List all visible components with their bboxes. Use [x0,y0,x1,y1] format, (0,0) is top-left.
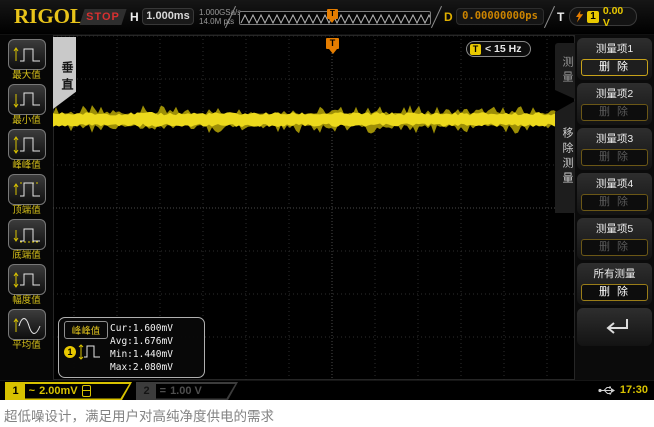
vmin-icon [12,89,42,111]
menu-item-vpp[interactable]: 峰峰值 [3,129,51,172]
menu-item-vbase[interactable]: 底端值 [3,219,51,262]
caption-text: 超低噪设计，满足用户对高纯净度供电的需求 [0,400,654,427]
right-remove-menu: 测量项1 删 除 测量项2 删 除 测量项3 删 除 测量项4 删 除 测量项5… [575,35,654,380]
menu-item-vtop[interactable]: 顶端值 [3,174,51,217]
popup-min: Min:1.440mV [110,348,201,361]
bandwidth-icon [82,385,91,397]
menu-item-measure1[interactable]: 测量项1 删 除 [577,38,652,80]
menu-item-vavg[interactable]: 平均值 [3,309,51,352]
status-bar: RIGOL STOP H 1.000ms 1.000GSa/s 14.0M pt… [0,0,654,35]
usb-icon [598,385,615,396]
menu-item-vmin[interactable]: 最小值 [3,84,51,127]
vtop-icon [12,179,42,201]
popup-channel-badge: 1 [64,346,76,358]
time-block: 17:30 [598,384,648,396]
channel2-status[interactable]: 2 = 1.00 V [136,382,238,400]
channel-status-bar: 1 ~ 2.00mV 2 = 1.00 V 17:30 [0,380,654,400]
memory-waveform-bar[interactable]: T [239,11,431,25]
oscilloscope-screen: RIGOL STOP H 1.000ms 1.000GSa/s 14.0M pt… [0,0,654,400]
vmax-icon [12,44,42,66]
menu-item-measure4[interactable]: 测量项4 删 除 [577,173,652,215]
delete-button-5[interactable]: 删 除 [581,239,648,256]
lightning-icon [576,10,583,23]
channel1-scale: 2.00mV [39,385,78,397]
divider [544,6,555,28]
trigger-channel-badge: 1 [587,11,599,23]
channel2-badge: 2 [138,384,156,399]
vamp-icon [12,269,42,291]
popup-cur: Cur:1.600mV [110,322,201,335]
clock-time: 17:30 [620,384,648,396]
delay-label: D [444,10,453,24]
divider [431,6,442,28]
right-tab-strip: 测量 移除测量 [555,35,575,380]
trigger-frequency-value: < 15 Hz [485,43,521,55]
tab-measure[interactable]: 测量 [555,43,575,99]
vpp-small-icon [78,343,102,361]
vbase-icon [12,224,42,246]
horizontal-label: H [130,10,139,24]
channel1-coupling: ~ [29,385,35,397]
run-state-label: STOP [82,9,124,25]
trigger-frequency-badge: T < 15 Hz [466,41,531,57]
tab-remove-measure[interactable]: 移除测量 [555,101,575,213]
trigger-status-badge[interactable]: 1 0.00 V [569,7,637,26]
channel1-status[interactable]: 1 ~ 2.00mV [5,382,132,400]
menu-item-measure5[interactable]: 测量项5 删 除 [577,218,652,260]
sample-rate: 1.000GSa/s [199,8,241,17]
channel1-badge: 1 [7,384,25,399]
run-state-badge[interactable]: STOP [79,9,126,25]
return-arrow-icon [597,315,633,339]
menu-item-vmax[interactable]: 最大值 [3,39,51,82]
measurement-popup: 峰峰值 1 Cur:1.600mV Avg:1.676mV Min:1.440m… [58,317,205,378]
sample-rate-block: 1.000GSa/s 14.0M pts [199,8,241,26]
popup-left: 峰峰值 1 [62,321,110,374]
trigger-position-marker-icon[interactable]: T [326,38,339,49]
delete-button-2[interactable]: 删 除 [581,104,648,121]
display-area: 最大值 最小值 峰峰值 顶端值 底端值 幅度值 [0,35,654,380]
left-measure-menu: 最大值 最小值 峰峰值 顶端值 底端值 幅度值 [0,35,53,380]
timebase-value[interactable]: 1.000ms [142,8,194,25]
channel2-scale: 1.00 V [170,385,202,397]
delete-button-4[interactable]: 删 除 [581,194,648,211]
memory-trigger-marker-icon[interactable]: T [327,9,338,19]
popup-avg: Avg:1.676mV [110,335,201,348]
vavg-icon [12,314,42,336]
delete-all-button[interactable]: 删 除 [581,284,648,301]
menu-item-vamp[interactable]: 幅度值 [3,264,51,307]
delay-value[interactable]: 0.00000000ps [456,8,544,25]
menu-item-measure3[interactable]: 测量项3 删 除 [577,128,652,170]
memory-depth: 14.0M pts [199,17,241,26]
popup-title: 峰峰值 [64,321,108,339]
delete-button-1[interactable]: 删 除 [581,59,648,76]
popup-values: Cur:1.600mV Avg:1.676mV Min:1.440mV Max:… [110,321,201,374]
menu-item-all-measure[interactable]: 所有测量 删 除 [577,263,652,305]
rigol-logo: RIGOL [14,4,84,29]
return-button[interactable] [577,308,652,346]
popup-max: Max:2.080mV [110,361,201,374]
vpp-icon [12,134,42,156]
trigger-level-value: 0.00 V [603,5,630,29]
menu-item-measure2[interactable]: 测量项2 删 除 [577,83,652,125]
delete-button-3[interactable]: 删 除 [581,149,648,166]
channel2-coupling: = [160,385,166,397]
trigger-t-icon: T [470,44,481,55]
trigger-label: T [557,10,564,24]
